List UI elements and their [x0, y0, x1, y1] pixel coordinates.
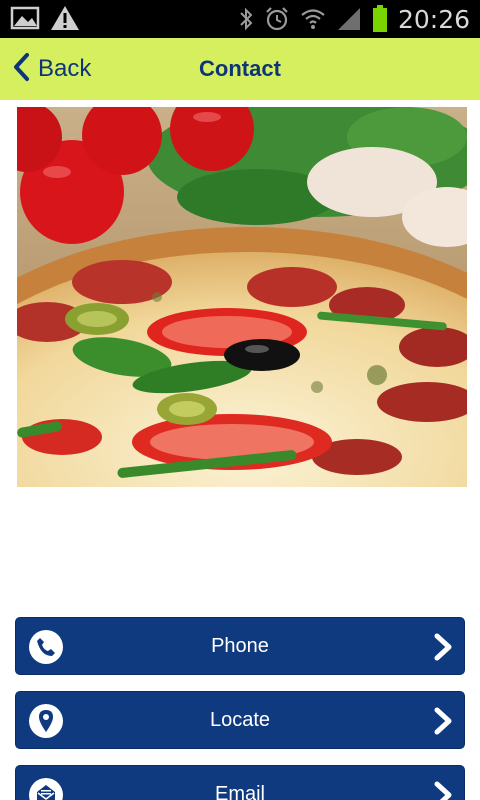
email-label: Email	[214, 783, 265, 800]
chevron-right-icon	[432, 780, 454, 800]
notification-icons	[10, 5, 80, 31]
chevron-right-icon	[432, 632, 454, 667]
app-header: Back Contact	[0, 38, 480, 100]
phone-label: Phone	[211, 635, 269, 657]
image-icon	[10, 5, 40, 31]
locate-label: Locate	[209, 709, 271, 731]
wifi-icon	[300, 6, 326, 32]
bluetooth-icon	[238, 6, 254, 32]
hero-image	[17, 107, 467, 487]
battery-icon	[372, 5, 388, 33]
status-bar: 20:26	[0, 0, 480, 38]
signal-icon	[336, 6, 362, 32]
chevron-left-icon	[12, 52, 30, 87]
warning-icon	[50, 5, 80, 31]
email-button[interactable]: Email	[15, 765, 465, 800]
back-label: Back	[38, 55, 92, 82]
alarm-icon	[264, 6, 290, 32]
locate-button[interactable]: Locate	[15, 691, 465, 749]
clock: 20:26	[397, 4, 470, 34]
back-button[interactable]: Back	[12, 38, 91, 100]
chevron-right-icon	[432, 706, 454, 741]
system-icons: 20:26	[238, 0, 470, 38]
phone-button[interactable]: Phone	[15, 617, 465, 675]
